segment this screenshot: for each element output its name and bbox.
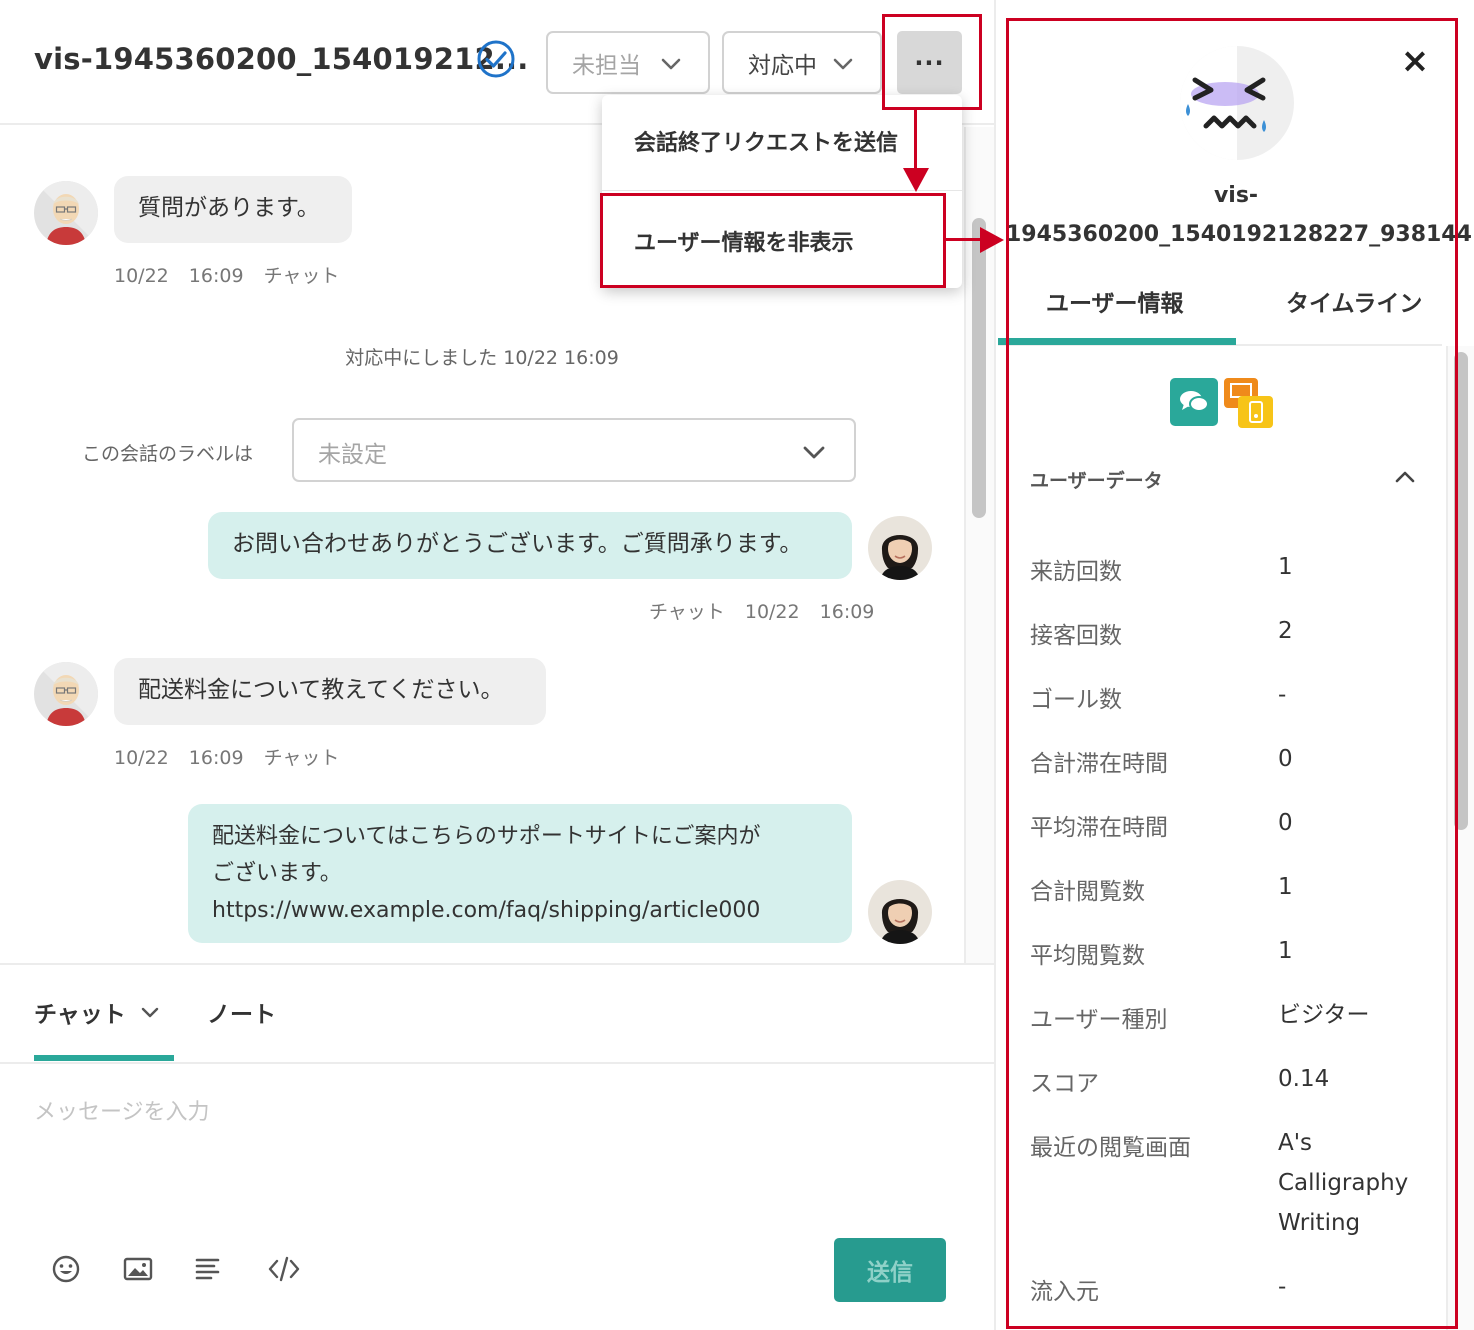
user-avatar bbox=[34, 181, 98, 245]
message-meta: 10/22 16:09 チャット bbox=[114, 747, 340, 769]
field-value-line: Calligraphy bbox=[1278, 1170, 1409, 1196]
user-avatar-icon bbox=[34, 662, 98, 726]
emoji-icon bbox=[52, 1255, 80, 1283]
field-value: - bbox=[1278, 1274, 1287, 1300]
field-value-line: A's bbox=[1278, 1130, 1313, 1156]
visitor-name-line1: vis- bbox=[1213, 183, 1259, 208]
user-message-bubble: 配送料金について教えてください。 bbox=[114, 658, 546, 725]
field-value: A's Calligraphy Writing bbox=[1278, 1123, 1408, 1243]
field-label: 来訪回数 bbox=[1030, 559, 1122, 585]
annotation-arrowhead-right-icon bbox=[980, 227, 1004, 253]
tab-user-info[interactable]: ユーザー情報 bbox=[1046, 284, 1184, 318]
menu-item-hide-user-info[interactable]: ユーザー情報を非表示 bbox=[602, 225, 962, 257]
code-icon bbox=[268, 1256, 300, 1282]
field-label: 流入元 bbox=[1030, 1279, 1099, 1305]
field-value: 0.14 bbox=[1278, 1066, 1330, 1092]
message-text: 配送料金について教えてください。 bbox=[138, 677, 504, 703]
chevron-down-icon bbox=[803, 446, 825, 459]
status-dropdown[interactable]: 対応中 bbox=[722, 31, 882, 94]
conversation-pane: vis-1945360200_154019212... 未担当 対応中 ··· bbox=[0, 0, 994, 1330]
label-select-value: 未設定 bbox=[318, 442, 387, 468]
user-avatar-icon bbox=[34, 181, 98, 245]
operator-avatar-icon bbox=[868, 516, 932, 580]
message-meta: チャット 10/22 16:09 bbox=[649, 601, 875, 623]
composer-divider bbox=[0, 963, 994, 965]
field-label: 平均滞在時間 bbox=[1030, 815, 1168, 841]
tab-chat-label: チャット bbox=[34, 1002, 126, 1028]
conversation-label-caption: この会話のラベルは bbox=[82, 443, 254, 465]
more-options-label: ··· bbox=[914, 48, 945, 77]
template-icon bbox=[195, 1258, 220, 1280]
system-status-note: 対応中にしました 10/22 16:09 bbox=[345, 347, 619, 369]
send-button-label: 送信 bbox=[867, 1260, 913, 1286]
message-text: お問い合わせありがとうございます。ご質問承ります。 bbox=[232, 531, 803, 557]
composer-divider bbox=[0, 1062, 994, 1064]
close-icon[interactable]: × bbox=[1398, 44, 1432, 78]
more-options-button[interactable]: ··· bbox=[897, 31, 962, 94]
operator-message-bubble: 配送料金についてはこちらのサポートサイトにご案内が ございます。 https:/… bbox=[188, 804, 852, 943]
field-label: 平均閲覧数 bbox=[1030, 943, 1145, 969]
field-value: 1 bbox=[1278, 874, 1293, 900]
operator-avatar-icon bbox=[868, 880, 932, 944]
menu-item-send-end-request[interactable]: 会話終了リクエストを送信 bbox=[602, 125, 962, 157]
field-value: 0 bbox=[1278, 746, 1293, 772]
active-tab-indicator bbox=[34, 1055, 174, 1061]
user-info-pane: × vis- 1945360200_1540192128227_93814410… bbox=[994, 0, 1474, 1330]
field-value: - bbox=[1278, 682, 1287, 708]
message-text: 質問があります。 bbox=[138, 195, 320, 221]
verified-check-icon bbox=[477, 40, 515, 78]
assignee-dropdown[interactable]: 未担当 bbox=[546, 31, 710, 94]
emoji-button[interactable] bbox=[49, 1252, 83, 1286]
operator-avatar bbox=[868, 516, 932, 580]
user-data-section-title: ユーザーデータ bbox=[1030, 470, 1163, 492]
field-value-line: Writing bbox=[1278, 1210, 1361, 1236]
template-button[interactable] bbox=[191, 1252, 225, 1286]
device-pc-mobile-icon bbox=[1224, 378, 1273, 428]
field-value: 0 bbox=[1278, 810, 1293, 836]
tab-note[interactable]: ノート bbox=[207, 995, 276, 1029]
chat-channel-badge bbox=[1170, 378, 1218, 426]
field-value: 1 bbox=[1278, 554, 1293, 580]
field-label: スコア bbox=[1030, 1071, 1099, 1097]
field-label: ユーザー種別 bbox=[1030, 1007, 1168, 1033]
message-scrollbar-thumb[interactable] bbox=[972, 218, 986, 518]
visitor-name-line2: 1945360200_1540192128227_938144108 bbox=[1006, 222, 1474, 247]
field-label: 接客回数 bbox=[1030, 623, 1122, 649]
chevron-down-icon bbox=[833, 58, 853, 70]
send-button[interactable]: 送信 bbox=[834, 1238, 946, 1302]
field-value: 1 bbox=[1278, 938, 1293, 964]
field-label: ゴール数 bbox=[1030, 687, 1122, 713]
message-link[interactable]: https://www.example.com/faq/shipping/art… bbox=[212, 892, 828, 929]
image-icon bbox=[123, 1257, 153, 1281]
user-info-scrollbar-thumb[interactable] bbox=[1454, 352, 1468, 830]
field-value: ビジター bbox=[1278, 1002, 1370, 1028]
chat-bubbles-icon bbox=[1180, 391, 1209, 412]
visitor-avatar-icon bbox=[1180, 46, 1294, 160]
message-text-line: ございます。 bbox=[212, 861, 342, 886]
tab-timeline[interactable]: タイムライン bbox=[1286, 284, 1422, 318]
chevron-down-icon bbox=[661, 58, 681, 70]
message-text-line: 配送料金についてはこちらのサポートサイトにご案内が bbox=[212, 824, 761, 849]
operator-message-bubble: お問い合わせありがとうございます。ご質問承ります。 bbox=[208, 512, 852, 579]
chevron-down-icon bbox=[141, 1007, 158, 1018]
conversation-title: vis-1945360200_154019212... bbox=[34, 42, 529, 76]
message-meta: 10/22 16:09 チャット bbox=[114, 265, 340, 287]
conversation-label-select[interactable]: 未設定 bbox=[292, 418, 856, 482]
field-label: 最近の閲覧画面 bbox=[1030, 1135, 1191, 1161]
active-tab-indicator bbox=[998, 338, 1236, 345]
operator-avatar bbox=[868, 880, 932, 944]
code-button[interactable] bbox=[267, 1252, 301, 1286]
annotation-arrowhead-down-icon bbox=[903, 168, 929, 192]
tab-chat[interactable]: チャット bbox=[34, 995, 160, 1029]
user-avatar bbox=[34, 662, 98, 726]
user-message-bubble: 質問があります。 bbox=[114, 176, 352, 243]
field-label: 合計滞在時間 bbox=[1030, 751, 1168, 777]
field-label: 合計閲覧数 bbox=[1030, 879, 1145, 905]
assignee-dropdown-label: 未担当 bbox=[572, 52, 641, 79]
status-dropdown-label: 対応中 bbox=[748, 52, 817, 79]
chevron-up-icon[interactable] bbox=[1394, 466, 1416, 488]
image-button[interactable] bbox=[121, 1252, 155, 1286]
field-value: 2 bbox=[1278, 618, 1293, 644]
message-input[interactable] bbox=[34, 1094, 934, 1214]
